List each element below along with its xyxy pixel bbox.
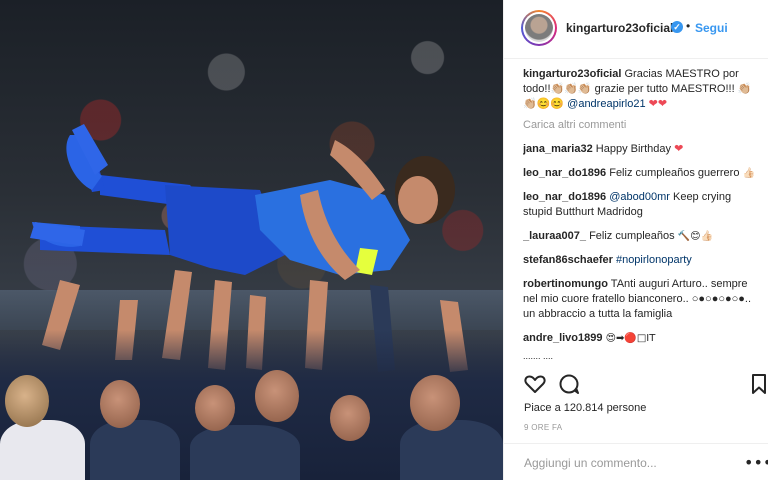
- comment-username[interactable]: leo_nar_do1896: [523, 191, 606, 203]
- likes-count[interactable]: Piace a 120.814 persone: [524, 402, 646, 414]
- comment-item: _lauraa007_ Feliz cumpleaños 🔨😊👍🏻: [523, 229, 755, 244]
- post-photo[interactable]: [0, 0, 503, 480]
- comment-item: andre_livo1899 😍➡🔴□IT: [523, 331, 755, 346]
- comment-username[interactable]: jana_maria32: [523, 143, 593, 155]
- separator-dot: •: [686, 19, 691, 33]
- post-sidebar: kingarturo23oficial ✓ • Segui kingarturo…: [503, 0, 768, 480]
- comment-item: robertinomungo TAnti auguri Arturo.. sem…: [523, 277, 755, 322]
- post-username[interactable]: kingarturo23oficial: [566, 21, 673, 35]
- comment-emoji: 👍🏻: [742, 168, 755, 179]
- comment-text: Feliz cumpleaños: [589, 230, 675, 242]
- teammate-head: [410, 375, 460, 431]
- comment-username[interactable]: _lauraa007_: [523, 230, 586, 242]
- avatar[interactable]: [521, 10, 557, 46]
- comment-username[interactable]: robertinomungo: [523, 278, 608, 290]
- post-actions: [523, 372, 766, 398]
- add-comment-input[interactable]: [524, 456, 724, 470]
- comment-text: 😍➡🔴□IT: [605, 333, 656, 344]
- load-more-comments-link[interactable]: Carica altri commenti: [523, 118, 755, 133]
- teammate-head: [330, 395, 370, 441]
- follow-button[interactable]: Segui: [695, 21, 728, 35]
- verified-badge-icon: ✓: [671, 21, 683, 33]
- teammate-head: [255, 370, 299, 422]
- comment-item: leo_nar_do1896 @abod00mr Keep crying stu…: [523, 190, 755, 220]
- comment-text: Happy Birthday: [595, 143, 671, 155]
- teammate-head: [5, 375, 49, 427]
- teammate-head: [195, 385, 235, 431]
- comment-item: stefan86schaefer #nopirlonoparty: [523, 253, 755, 268]
- comment-mention[interactable]: @abod00mr: [609, 191, 670, 203]
- comment-text: Feliz cumpleaños guerrero: [609, 167, 740, 179]
- caption-mention[interactable]: @andreapirlo21: [567, 98, 645, 110]
- teammate-jacket: [400, 420, 503, 480]
- comments-list[interactable]: kingarturo23oficial Gracias MAESTRO por …: [523, 67, 755, 363]
- comment-item: jana_maria32 Happy Birthday ❤: [523, 142, 755, 157]
- comment-emoji: ❤: [674, 143, 684, 155]
- teammate-jacket: [190, 425, 300, 480]
- comment-emoji: 🔨😊👍🏻: [677, 231, 714, 242]
- bookmark-icon[interactable]: [747, 372, 768, 396]
- post-header: kingarturo23oficial ✓ • Segui: [504, 0, 768, 59]
- comment-username[interactable]: andre_livo1899: [523, 332, 603, 344]
- post-timestamp: 9 ORE FA: [524, 423, 563, 432]
- caption-username[interactable]: kingarturo23oficial: [523, 68, 621, 80]
- comment-hashtag[interactable]: #nopirlonoparty: [616, 254, 692, 266]
- avatar-image: [525, 14, 553, 42]
- comment-bubble-icon[interactable]: [557, 372, 581, 396]
- caption-hearts: ❤❤: [648, 98, 668, 110]
- teammate-head: [100, 380, 140, 428]
- comment-username[interactable]: stefan86schaefer: [523, 254, 613, 266]
- post-caption: kingarturo23oficial Gracias MAESTRO por …: [523, 67, 755, 112]
- comment-item: ....... ....: [523, 349, 755, 363]
- more-options-icon[interactable]: •••: [744, 453, 768, 472]
- teammate-jacket: [0, 420, 85, 480]
- avatar-ring: [523, 12, 555, 44]
- add-comment-bar: •••: [504, 443, 768, 481]
- comment-username[interactable]: leo_nar_do1896: [523, 167, 606, 179]
- heart-outline-icon[interactable]: [523, 372, 547, 396]
- comment-text-cutoff: ....... ....: [523, 351, 554, 361]
- teammate-jacket: [90, 420, 180, 480]
- comment-item: leo_nar_do1896 Feliz cumpleaños guerrero…: [523, 166, 755, 181]
